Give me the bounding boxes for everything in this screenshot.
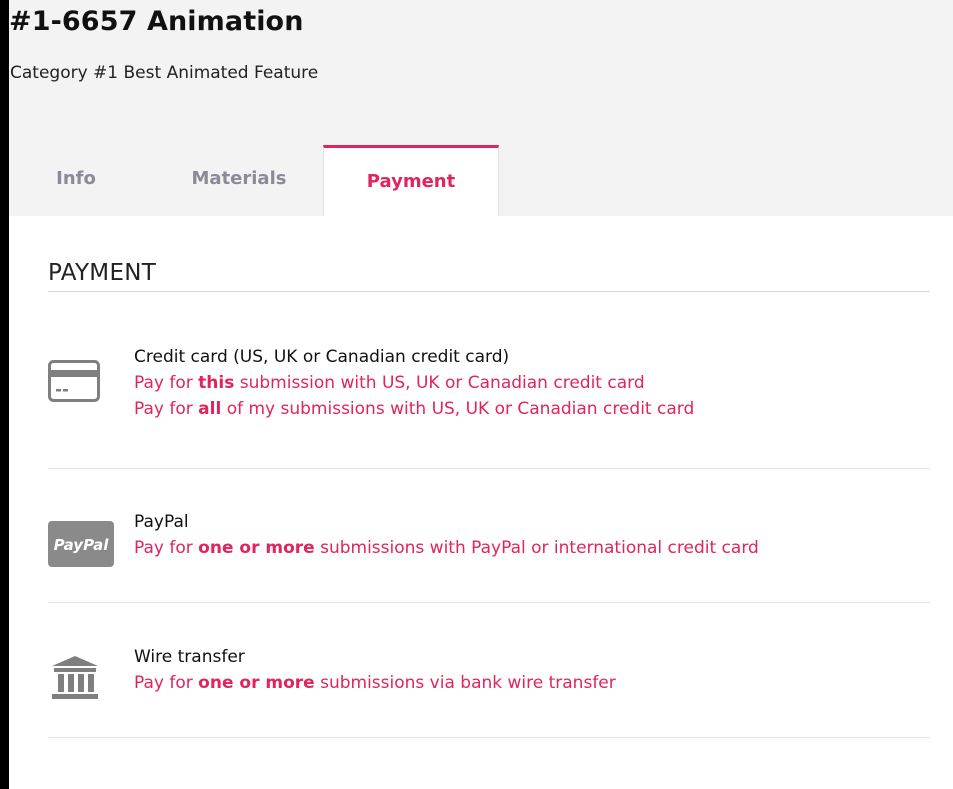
pay-all-submissions-credit-card-link[interactable]: Pay for all of my submissions with US, U…: [134, 399, 694, 419]
page-title: #1-6657 Animation: [9, 6, 304, 37]
payment-method-credit-card: Credit card (US, UK or Canadian credit c…: [48, 344, 930, 469]
payment-method-wire-transfer: Wire transfer Pay for one or more submis…: [48, 644, 930, 738]
paypal-title: PayPal: [134, 512, 189, 532]
page: #1-6657 Animation Category #1 Best Anima…: [9, 0, 953, 789]
tab-bar: Info Materials Payment: [9, 145, 953, 217]
category-subtitle: Category #1 Best Animated Feature: [10, 63, 319, 83]
link-emphasis: one or more: [198, 673, 315, 693]
link-suffix: submissions via bank wire transfer: [314, 673, 616, 693]
link-emphasis: one or more: [198, 538, 315, 558]
credit-card-title: Credit card (US, UK or Canadian credit c…: [134, 347, 510, 367]
bank-icon: [48, 654, 102, 706]
link-prefix: Pay for: [134, 673, 199, 693]
payment-method-paypal: PayPal PayPal Pay for one or more submis…: [48, 509, 930, 603]
paypal-icon: PayPal: [48, 521, 114, 571]
link-prefix: Pay for: [134, 538, 199, 558]
payment-panel: PAYMENT Credit card (US, UK or Canadian …: [9, 216, 953, 789]
wire-transfer-title: Wire transfer: [134, 647, 245, 667]
section-heading: PAYMENT: [48, 260, 157, 286]
tab-info-label: Info: [56, 168, 96, 189]
tab-materials[interactable]: Materials: [159, 145, 319, 216]
paypal-icon-text: PayPal: [54, 536, 110, 554]
tab-payment[interactable]: Payment: [323, 145, 499, 217]
link-prefix: Pay for: [134, 373, 199, 393]
link-suffix: of my submissions with US, UK or Canadia…: [221, 399, 695, 419]
link-suffix: submission with US, UK or Canadian credi…: [234, 373, 645, 393]
tab-payment-label: Payment: [366, 171, 456, 192]
pay-one-or-more-wire-link[interactable]: Pay for one or more submissions via bank…: [134, 673, 616, 693]
link-emphasis: this: [198, 373, 235, 393]
link-emphasis: all: [198, 399, 222, 419]
credit-card-icon: [48, 360, 100, 406]
pay-this-submission-credit-card-link[interactable]: Pay for this submission with US, UK or C…: [134, 373, 645, 393]
pay-one-or-more-paypal-link[interactable]: Pay for one or more submissions with Pay…: [134, 538, 759, 558]
tab-info[interactable]: Info: [31, 145, 121, 216]
tab-materials-label: Materials: [191, 168, 287, 189]
section-divider: [48, 291, 930, 292]
link-suffix: submissions with PayPal or international…: [314, 538, 759, 558]
link-prefix: Pay for: [134, 399, 199, 419]
